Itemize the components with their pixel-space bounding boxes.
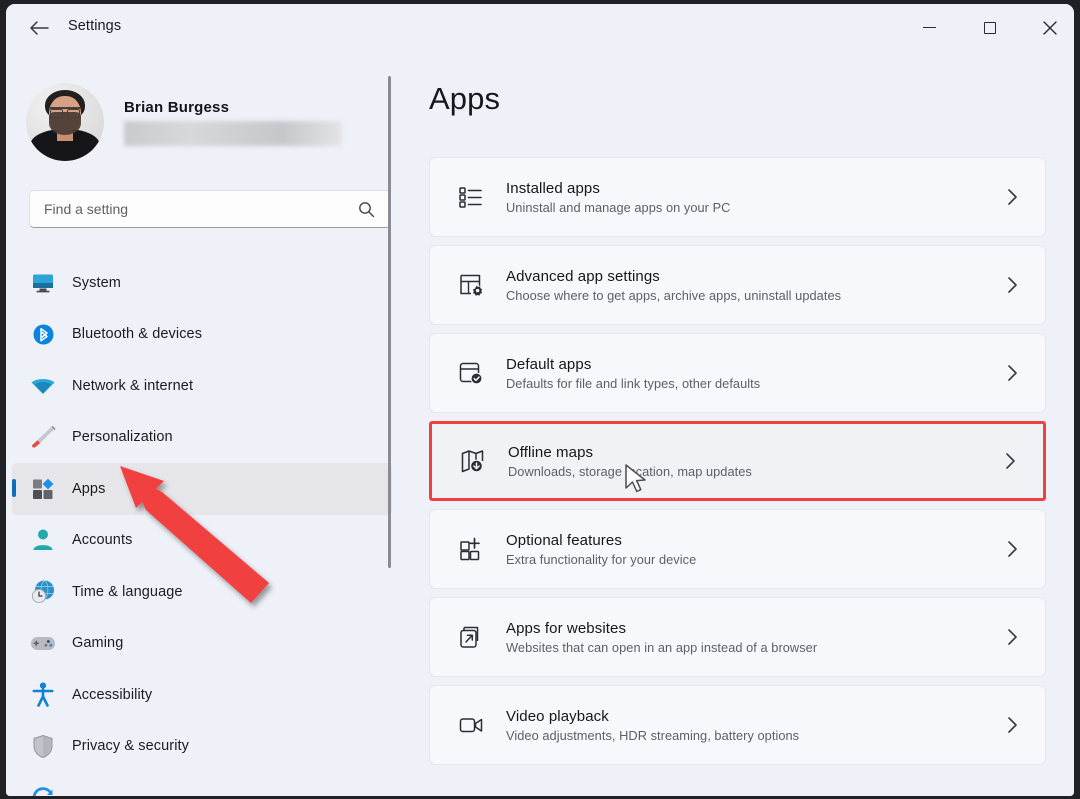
card-offline-maps[interactable]: Offline maps Downloads, storage location… <box>429 421 1046 501</box>
external-link-icon <box>456 622 486 652</box>
grid-plus-icon <box>456 534 486 564</box>
chevron-right-icon[interactable] <box>1007 628 1019 646</box>
sidebar-item-label: Network & internet <box>72 377 194 394</box>
sidebar-item-accounts[interactable]: Accounts <box>12 515 392 567</box>
card-apps-for-websites[interactable]: Apps for websites Websites that can open… <box>429 597 1046 677</box>
card-subtitle: Video adjustments, HDR streaming, batter… <box>506 727 800 743</box>
globe-clock-icon <box>28 579 58 605</box>
sidebar-scrollbar[interactable] <box>387 76 391 568</box>
sidebar-item-accessibility[interactable]: Accessibility <box>12 669 392 721</box>
close-button[interactable] <box>1026 4 1073 51</box>
sidebar-item-windows-update[interactable] <box>12 772 392 796</box>
sidebar-item-label: Apps <box>72 480 106 497</box>
chevron-right-icon[interactable] <box>1007 188 1019 206</box>
card-optional-features[interactable]: Optional features Extra functionality fo… <box>429 509 1046 589</box>
apps-tiles-icon <box>28 476 58 502</box>
chevron-right-icon[interactable] <box>1005 452 1017 470</box>
sidebar-item-label: Gaming <box>72 635 124 652</box>
avatar <box>26 83 104 161</box>
card-subtitle: Defaults for file and link types, other … <box>506 375 761 391</box>
chevron-right-icon[interactable] <box>1007 716 1019 734</box>
card-title: Installed apps <box>506 179 600 197</box>
map-download-icon <box>458 446 488 476</box>
sidebar-item-label: Accounts <box>72 532 133 549</box>
sidebar-item-label: Personalization <box>72 429 173 446</box>
wifi-icon <box>28 373 58 399</box>
card-title: Video playback <box>506 707 609 725</box>
search-icon[interactable] <box>358 201 375 218</box>
minimize-icon <box>923 26 936 29</box>
paintbrush-icon <box>28 424 58 450</box>
sidebar-item-time-language[interactable]: Time & language <box>12 566 392 618</box>
card-title: Apps for websites <box>506 619 627 637</box>
user-name: Brian Burgess <box>124 98 230 116</box>
person-icon <box>28 527 58 553</box>
card-subtitle: Websites that can open in an app instead… <box>506 639 818 655</box>
search-input[interactable]: Find a setting <box>29 190 391 228</box>
minimize-button[interactable] <box>906 4 953 51</box>
card-title: Default apps <box>506 355 592 373</box>
card-default-apps[interactable]: Default apps Defaults for file and link … <box>429 333 1046 413</box>
maximize-button[interactable] <box>966 4 1013 51</box>
sidebar-item-label: Bluetooth & devices <box>72 326 203 343</box>
bluetooth-icon <box>28 321 58 347</box>
card-subtitle: Downloads, storage location, map updates <box>508 463 752 479</box>
window-gear-icon <box>456 270 486 300</box>
card-title: Optional features <box>506 531 622 549</box>
card-title: Advanced app settings <box>506 267 660 285</box>
main-content: Apps Installed apps Uninstall and manage… <box>406 51 1074 796</box>
app-title: Settings <box>68 18 122 34</box>
sidebar-item-label: Privacy & security <box>72 738 190 755</box>
video-camera-icon <box>456 710 486 740</box>
search-placeholder: Find a setting <box>44 201 129 217</box>
sidebar-item-label: Time & language <box>72 583 183 600</box>
navigation-list: System Bluetooth & devices Network & int… <box>6 257 406 796</box>
sidebar-item-label: System <box>72 274 121 291</box>
back-button[interactable] <box>24 15 54 41</box>
title-bar: Settings <box>6 4 1074 51</box>
sidebar-item-privacy-security[interactable]: Privacy & security <box>12 721 392 773</box>
card-subtitle: Extra functionality for your device <box>506 551 697 567</box>
sidebar-item-apps[interactable]: Apps <box>12 463 392 515</box>
user-email-redacted <box>124 120 342 146</box>
page-title: Apps <box>429 81 501 116</box>
sidebar-item-system[interactable]: System <box>12 257 392 309</box>
back-arrow-icon <box>30 21 49 35</box>
chevron-right-icon[interactable] <box>1007 364 1019 382</box>
sidebar-item-gaming[interactable]: Gaming <box>12 618 392 670</box>
list-icon <box>456 182 486 212</box>
user-profile[interactable]: Brian Burgess <box>26 76 366 168</box>
shield-icon <box>28 733 58 759</box>
sidebar-item-personalization[interactable]: Personalization <box>12 412 392 464</box>
selected-indicator <box>12 479 16 497</box>
sidebar-scrollbar-thumb[interactable] <box>388 76 391 568</box>
window-check-icon <box>456 358 486 388</box>
card-installed-apps[interactable]: Installed apps Uninstall and manage apps… <box>429 157 1046 237</box>
sidebar-item-label: Accessibility <box>72 686 153 703</box>
close-icon <box>1042 20 1057 35</box>
card-subtitle: Choose where to get apps, archive apps, … <box>506 287 842 303</box>
accessibility-icon <box>28 682 58 708</box>
settings-window: Settings Brian Burgess Find a setting Sy… <box>6 4 1074 796</box>
sidebar-item-bluetooth-devices[interactable]: Bluetooth & devices <box>12 309 392 361</box>
sidebar-item-network-internet[interactable]: Network & internet <box>12 360 392 412</box>
card-video-playback[interactable]: Video playback Video adjustments, HDR st… <box>429 685 1046 765</box>
maximize-icon <box>983 21 996 34</box>
chevron-right-icon[interactable] <box>1007 276 1019 294</box>
card-advanced-app-settings[interactable]: Advanced app settings Choose where to ge… <box>429 245 1046 325</box>
card-title: Offline maps <box>508 443 594 461</box>
chevron-right-icon[interactable] <box>1007 540 1019 558</box>
settings-card-list: Installed apps Uninstall and manage apps… <box>429 157 1046 773</box>
windows-update-icon <box>28 785 58 796</box>
card-subtitle: Uninstall and manage apps on your PC <box>506 199 731 215</box>
gamepad-icon <box>28 630 58 656</box>
sidebar: Brian Burgess Find a setting System Blue… <box>6 51 406 796</box>
monitor-icon <box>28 270 58 296</box>
